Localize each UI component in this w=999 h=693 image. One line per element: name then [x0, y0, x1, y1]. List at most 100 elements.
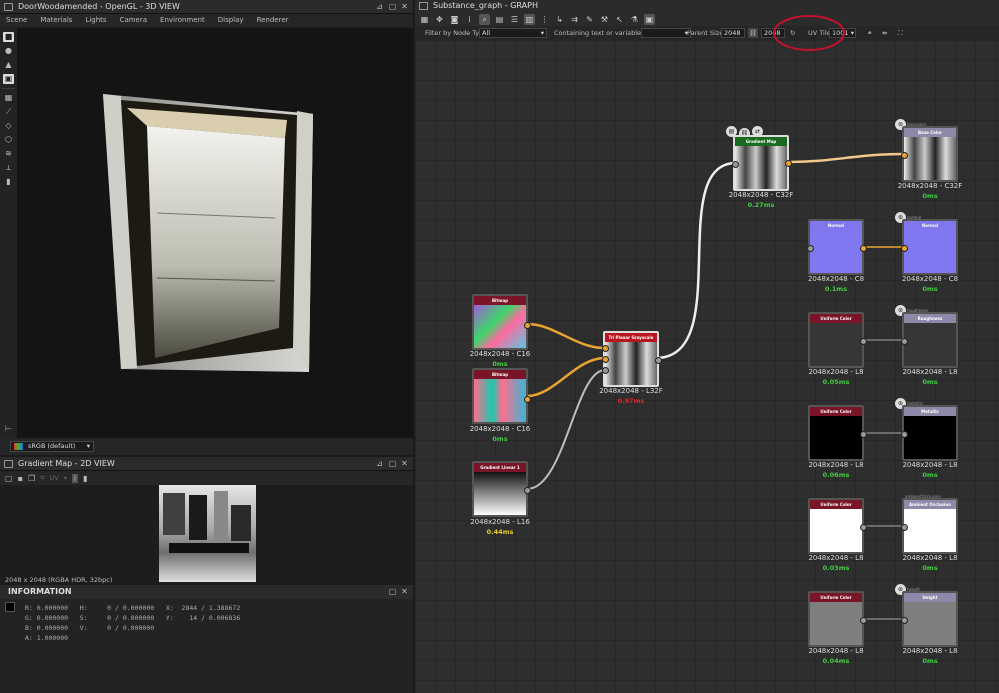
output-port[interactable]	[524, 322, 531, 329]
output-port[interactable]	[785, 160, 792, 167]
cursor-icon[interactable]: ↖	[614, 14, 625, 25]
stats-icon[interactable]: ▮	[3, 177, 14, 187]
copy-icon[interactable]: ❐	[28, 474, 35, 483]
output-ao-node[interactable]: Ambient Occlusion	[901, 498, 958, 554]
colorspace-dropdown[interactable]: sRGB (default) ▾	[10, 441, 94, 452]
output-port[interactable]	[860, 338, 867, 345]
input-port[interactable]	[901, 152, 908, 159]
output-port[interactable]	[860, 617, 867, 624]
viewport-3d[interactable]	[17, 28, 413, 438]
uv-dropdown[interactable]: UV	[50, 474, 59, 482]
wrench-icon[interactable]: ⚒	[599, 14, 610, 25]
grid-icon[interactable]: ▦	[419, 14, 430, 25]
menu-environment[interactable]: Environment	[160, 14, 205, 27]
maximize-icon[interactable]: ▢	[387, 457, 398, 471]
viewport-2d[interactable]: 2048 x 2048 (RGBA HDR, 32bpc)	[0, 485, 413, 584]
uniform-color-node[interactable]: Uniform Color	[808, 405, 867, 461]
menu-camera[interactable]: Camera	[120, 14, 147, 27]
menu-scene[interactable]: Scene	[6, 14, 27, 27]
output-metallic-node[interactable]: Metallic	[901, 405, 958, 461]
menu-renderer[interactable]: Renderer	[257, 14, 289, 27]
unlink-icon[interactable]: ⛶	[898, 28, 903, 38]
view2d-panel: Gradient Map - 2D VIEW ⊿ ▢ ✕ ▢ ▪ ❐ ⌗ UV …	[0, 457, 413, 584]
output-port[interactable]	[524, 396, 531, 403]
plane-icon[interactable]: ▦	[3, 93, 14, 103]
bitmap-node[interactable]: Bitmap	[472, 294, 531, 350]
close-icon[interactable]: ✕	[399, 0, 410, 14]
output-port[interactable]	[860, 431, 867, 438]
input-port[interactable]	[602, 356, 609, 363]
menu-display[interactable]: Display	[218, 14, 244, 27]
input-port[interactable]	[732, 161, 739, 168]
info-icon[interactable]: i	[464, 14, 475, 25]
close-icon[interactable]: ✕	[399, 585, 410, 599]
layers-icon[interactable]: ≋	[3, 149, 14, 159]
input-port[interactable]	[901, 245, 908, 252]
link-size-icon[interactable]: ⛓	[748, 28, 758, 38]
graph-canvas[interactable]: Bitmap 2048x2048 - C16 0ms Bitmap 2048x2…	[415, 15, 999, 693]
cube-icon[interactable]: ◇	[3, 121, 14, 131]
save-icon[interactable]: ▪	[18, 474, 23, 483]
output-port[interactable]	[860, 245, 867, 252]
uniform-color-node[interactable]: Uniform Color	[808, 591, 867, 647]
camera-icon[interactable]: ■	[3, 32, 14, 42]
link-icon[interactable]: ↳	[554, 14, 565, 25]
maximize-icon[interactable]: ▢	[387, 0, 398, 14]
output-normal-node[interactable]: Normal	[901, 219, 958, 275]
node-type-select[interactable]: All ▾	[479, 28, 547, 38]
uniform-color-node[interactable]: Uniform Color	[808, 498, 867, 554]
lab-icon[interactable]: ⚗	[629, 14, 640, 25]
maximize-icon[interactable]: ▢	[387, 585, 398, 599]
containing-input[interactable]: ▾	[641, 28, 691, 38]
triplanar-node[interactable]: Tri Planar Grayscale	[602, 331, 662, 387]
output-port[interactable]	[524, 487, 531, 494]
output-height-node[interactable]: Height	[901, 591, 958, 647]
split-icon[interactable]: ⇹	[882, 28, 887, 38]
histogram-icon[interactable]: ▮	[83, 474, 87, 483]
input-port[interactable]	[807, 245, 814, 252]
tree-icon[interactable]: ⋮	[539, 14, 550, 25]
input-port[interactable]	[901, 431, 908, 438]
input-port[interactable]	[901, 524, 908, 531]
search-icon[interactable]: ⌕	[479, 13, 490, 25]
menu-materials[interactable]: Materials	[40, 14, 72, 27]
uniform-color-node[interactable]: Uniform Color	[808, 312, 867, 368]
output-roughness-node[interactable]: Roughness	[901, 312, 958, 368]
thumbnail-icon[interactable]: ▤	[494, 14, 505, 25]
info-icon[interactable]: i	[71, 473, 79, 483]
tools-icon[interactable]: ✎	[584, 14, 595, 25]
frame-icon[interactable]: ▣	[644, 13, 655, 25]
fit-icon[interactable]: ▢	[5, 474, 13, 483]
input-port[interactable]	[901, 617, 908, 624]
colorspace-icon	[14, 443, 23, 450]
table-icon[interactable]: ▥	[524, 13, 535, 25]
close-icon[interactable]: ✕	[399, 457, 410, 471]
cube-wire-icon[interactable]: ⬡	[3, 135, 14, 145]
output-port[interactable]	[655, 357, 662, 364]
axis-icon[interactable]: ⟂	[3, 163, 14, 173]
bitmap-node[interactable]: Bitmap	[472, 368, 531, 424]
pin-icon[interactable]: ⊿	[374, 0, 385, 14]
menu-lights[interactable]: Lights	[85, 14, 106, 27]
chevron-down-icon: ▾	[540, 29, 544, 37]
pin-icon[interactable]: ⊿	[374, 457, 385, 471]
list-icon[interactable]: ☰	[509, 14, 520, 25]
flow-icon[interactable]: ⇉	[569, 14, 580, 25]
output-port[interactable]	[860, 524, 867, 531]
gradient-linear-node[interactable]: Gradient Linear 1	[472, 461, 531, 517]
input-port[interactable]	[602, 367, 609, 374]
connect-icon[interactable]: ⚭	[867, 28, 872, 38]
environment-icon[interactable]: ▲	[3, 60, 14, 70]
channels-icon[interactable]: ⌗	[40, 473, 45, 483]
input-port[interactable]	[901, 338, 908, 345]
input-port[interactable]	[602, 345, 609, 352]
light-icon[interactable]: ●	[3, 46, 14, 56]
output-basecolor-node[interactable]: Base Color	[901, 126, 958, 182]
snapshot-icon[interactable]: ◙	[449, 14, 460, 25]
uv-icon[interactable]: ⟋	[3, 107, 14, 117]
display-icon[interactable]: ▣	[3, 74, 14, 84]
parent-size-a-select[interactable]: 2048	[721, 28, 745, 38]
gradient-map-node[interactable]: Gradient Map	[732, 135, 792, 191]
normal-node[interactable]: Normal	[807, 219, 867, 275]
move-icon[interactable]: ✥	[434, 14, 445, 25]
